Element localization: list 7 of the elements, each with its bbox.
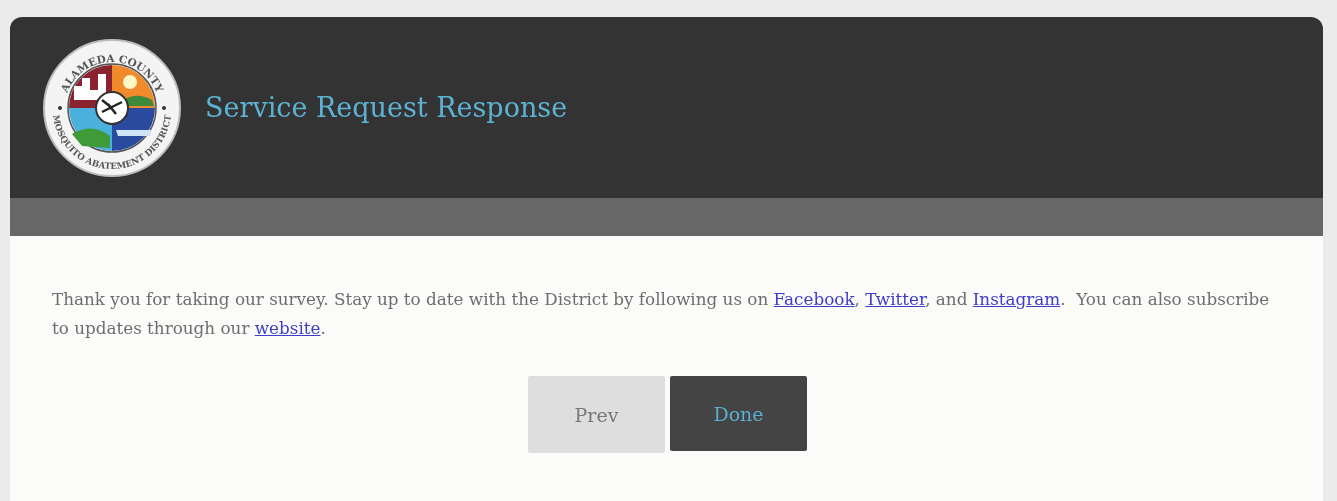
thank-you-message: Thank you for taking our survey. Stay up to date with the District by following us on Facebook, Twitter, and Instagram. You can also subscribe to updates through our website. — [52, 288, 1271, 340]
social-link[interactable]: Facebook — [773, 289, 855, 309]
social-link[interactable]: Instagram — [972, 289, 1061, 309]
social-link[interactable]: website — [254, 318, 321, 338]
done-button[interactable]: Done — [670, 376, 807, 451]
page-title: Service Request Response — [205, 92, 568, 123]
social-link[interactable]: Twitter — [865, 289, 926, 309]
